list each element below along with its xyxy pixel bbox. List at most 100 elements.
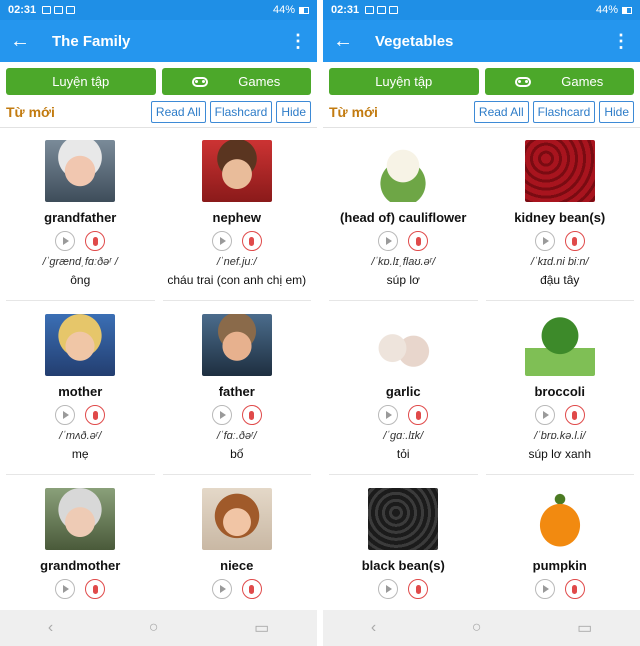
mic-icon[interactable] (241, 231, 262, 251)
word-text: (head of) cauliflower (340, 210, 467, 225)
mic-icon[interactable] (241, 579, 262, 599)
section-header: Từ mới Read All Flashcard Hide (0, 97, 317, 128)
status-bar: 02:31 44% (0, 0, 317, 20)
word-card[interactable]: nephew /ˈnef.juː/ cháu trai (con anh chị… (162, 128, 311, 301)
notification-icon (365, 6, 375, 14)
word-meaning: đậu tây (540, 273, 580, 287)
word-card[interactable]: kidney bean(s) /ˈkɪd.ni biːn/ đậu tây (485, 128, 634, 301)
nav-recents-icon[interactable]: ▭ (254, 618, 269, 638)
word-text: father (218, 384, 255, 399)
play-icon[interactable] (55, 579, 76, 599)
word-image (201, 140, 272, 202)
status-time: 02:31 (8, 4, 37, 16)
play-icon[interactable] (55, 405, 76, 425)
word-image (201, 314, 272, 376)
hide-button[interactable]: Hide (599, 101, 634, 123)
word-grid: grandfather /ˈɡrændˌfɑːðəʳ / ông nephew … (0, 128, 317, 646)
read-all-button[interactable]: Read All (473, 101, 529, 123)
games-label: Games (561, 74, 604, 89)
nav-home-icon[interactable]: ○ (472, 619, 482, 637)
practice-button[interactable]: Luyện tập (6, 68, 156, 95)
play-icon[interactable] (378, 405, 399, 425)
nav-back-icon[interactable]: ‹ (48, 619, 53, 637)
mic-icon[interactable] (564, 231, 585, 251)
word-image (45, 314, 116, 376)
section-label: Từ mới (6, 104, 55, 120)
play-icon[interactable] (534, 405, 555, 425)
play-icon[interactable] (211, 231, 232, 251)
play-icon[interactable] (55, 231, 76, 251)
word-card[interactable]: broccoli /ˈbrɒ.kə.l.i/ súp lơ xanh (485, 302, 634, 475)
word-card[interactable]: father /ˈfɑː.ðəʳ/ bố (162, 302, 311, 475)
word-ipa: /ˈnef.juː/ (216, 256, 257, 268)
flashcard-button[interactable]: Flashcard (532, 101, 596, 123)
mic-icon[interactable] (85, 579, 106, 599)
read-all-button[interactable]: Read All (150, 101, 206, 123)
word-card[interactable]: mother /ˈmʌð.əʳ/ mẹ (6, 302, 155, 475)
arrow-left-icon[interactable]: ← (10, 30, 40, 53)
word-ipa: /ˈɡɑː.lɪk/ (383, 430, 424, 442)
word-text: broccoli (534, 384, 586, 399)
games-label: Games (238, 74, 281, 89)
word-image (524, 488, 595, 550)
word-image (368, 140, 439, 202)
play-icon[interactable] (534, 579, 555, 599)
word-card[interactable]: grandfather /ˈɡrændˌfɑːðəʳ / ông (6, 128, 155, 301)
games-button[interactable]: Games (484, 68, 634, 95)
games-button[interactable]: Games (161, 68, 311, 95)
image-icon (377, 6, 387, 14)
word-card[interactable]: garlic /ˈɡɑː.lɪk/ tỏi (329, 302, 478, 475)
word-meaning: cháu trai (con anh chị em) (167, 273, 307, 287)
arrow-left-icon[interactable]: ← (333, 30, 363, 53)
page-title: The Family (52, 32, 131, 50)
mic-icon[interactable] (564, 579, 585, 599)
play-icon[interactable] (211, 405, 232, 425)
word-image (45, 140, 116, 202)
mic-icon[interactable] (408, 231, 429, 251)
image-icon (66, 6, 76, 14)
image-icon (389, 6, 399, 14)
mic-icon[interactable] (241, 405, 262, 425)
nav-recents-icon[interactable]: ▭ (577, 618, 592, 638)
battery-percent: 44% (595, 4, 618, 16)
word-image (45, 488, 116, 550)
mic-icon[interactable] (85, 405, 106, 425)
hide-button[interactable]: Hide (276, 101, 311, 123)
word-text: niece (220, 558, 254, 573)
word-text: grandmother (40, 558, 121, 573)
nav-home-icon[interactable]: ○ (149, 619, 159, 637)
battery-icon (299, 6, 309, 14)
practice-button[interactable]: Luyện tập (329, 68, 479, 95)
word-card[interactable]: (head of) cauliflower /ˈkɒ.lɪˌflaʊ.əʳ/ s… (329, 128, 478, 301)
word-text: black bean(s) (361, 558, 445, 573)
system-nav-bar: ‹ ○ ▭ (323, 610, 640, 646)
play-icon[interactable] (534, 231, 555, 251)
word-meaning: bố (230, 447, 244, 461)
status-time: 02:31 (331, 4, 360, 16)
word-text: nephew (212, 210, 261, 225)
mic-icon[interactable] (408, 405, 429, 425)
word-image (524, 314, 595, 376)
play-icon[interactable] (211, 579, 232, 599)
more-vert-icon[interactable]: ⋮ (612, 31, 630, 52)
right-screen: 02:31 44% ← Vegetables ⋮ Luyện tập Games… (323, 0, 640, 646)
nav-back-icon[interactable]: ‹ (371, 619, 376, 637)
more-vert-icon[interactable]: ⋮ (289, 31, 307, 52)
word-text: pumpkin (532, 558, 587, 573)
image-icon (54, 6, 64, 14)
play-icon[interactable] (378, 579, 399, 599)
word-ipa: /ˈmʌð.əʳ/ (59, 430, 102, 442)
action-buttons: Luyện tập Games (323, 62, 640, 97)
notification-icon (42, 6, 52, 14)
mic-icon[interactable] (564, 405, 585, 425)
mic-icon[interactable] (85, 231, 106, 251)
gamepad-icon (515, 76, 532, 87)
mic-icon[interactable] (408, 579, 429, 599)
word-meaning: súp lơ xanh (528, 447, 592, 461)
play-icon[interactable] (378, 231, 399, 251)
word-text: mother (58, 384, 103, 399)
section-label: Từ mới (329, 104, 378, 120)
flashcard-button[interactable]: Flashcard (209, 101, 273, 123)
word-meaning: mẹ (71, 447, 89, 461)
status-right: 44% (596, 4, 632, 16)
